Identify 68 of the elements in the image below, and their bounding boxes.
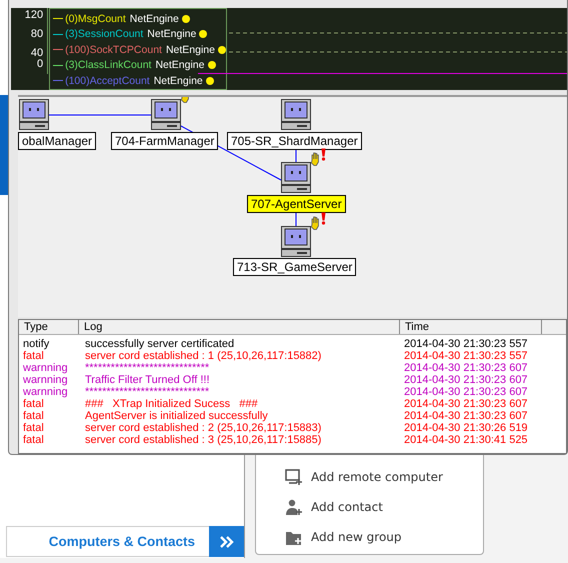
action-link[interactable]: Add contact	[285, 497, 483, 517]
log-time: 2014-04-30 21:30:26 519	[404, 422, 529, 434]
computer-icon[interactable]	[19, 99, 49, 130]
log-type: fatal	[22, 350, 45, 362]
node-label[interactable]: 705-SR_ShardManager	[227, 132, 362, 150]
computer-icon[interactable]	[281, 99, 311, 130]
action-label: Add new group	[311, 530, 402, 544]
node-label[interactable]: obalManager	[18, 132, 96, 150]
log-type: fatal	[22, 410, 45, 422]
log-time: 2014-04-30 21:30:23 557	[404, 338, 529, 350]
log-time: 2014-04-30 21:30:23 607	[404, 374, 529, 386]
log-message: server cord established : 3 (25,10,26,117:15885)	[85, 434, 322, 446]
action-link[interactable]: Add new group	[285, 527, 483, 547]
column-header[interactable]: Time	[400, 320, 542, 334]
log-type: warnning	[22, 362, 69, 374]
computers-contacts-tab[interactable]: Computers & Contacts	[6, 526, 209, 557]
log-message: Traffic Filter Turned Off !!!	[85, 374, 211, 386]
log-time: 2014-04-30 21:30:41 525	[404, 434, 529, 446]
legend-source: NetEngine	[130, 12, 179, 25]
status-dot-icon	[218, 46, 226, 54]
log-type: fatal	[22, 422, 45, 434]
legend-label: (100)SockTCPCount	[65, 44, 162, 56]
legend-source: NetEngine	[166, 44, 215, 56]
axis-tick-label: 80	[30, 29, 44, 40]
log-time: 2014-04-30 21:30:23 607	[404, 398, 529, 410]
log-message: server cord established : 2 (25,10,26,117:15883)	[85, 422, 322, 434]
column-header[interactable]: Log	[79, 320, 400, 334]
legend-source: NetEngine	[154, 74, 203, 87]
log-type: warnning	[22, 374, 69, 386]
status-dot-icon	[182, 14, 190, 23]
computer-icon[interactable]	[151, 99, 181, 130]
log-time: 2014-04-30 21:30:23 607	[404, 362, 529, 374]
log-message: ### XTrap Initialized Sucess ###	[85, 398, 259, 410]
node-label[interactable]: 713-SR_GameServer	[233, 258, 356, 276]
log-message: *****************************	[85, 386, 210, 398]
legend-label: (3)SessionCount	[65, 28, 144, 40]
legend-source: NetEngine	[155, 59, 204, 72]
log-message: server cord established : 1 (25,10,26,117:15882)	[85, 350, 322, 362]
log-message: successfully server certificated	[85, 338, 236, 350]
axis-tick-label: 120	[24, 10, 44, 21]
status-dot-icon	[206, 76, 214, 85]
status-dot-icon	[199, 30, 208, 38]
log-time: 2014-04-30 21:30:23 607	[404, 386, 529, 398]
log-message: AgentServer is initialized successfully	[85, 410, 269, 422]
axis-tick-label: 0	[36, 59, 44, 70]
node-label[interactable]: 707-AgentServer	[247, 195, 346, 213]
legend-label: (3)ClassLinkCount	[65, 59, 152, 72]
action-link[interactable]: Add remote computer	[285, 467, 483, 487]
legend-source: NetEngine	[147, 28, 196, 40]
status-dot-icon	[208, 61, 216, 70]
log-type: fatal	[22, 398, 45, 410]
expand-button[interactable]	[209, 526, 244, 557]
node-label[interactable]: 704-FarmManager	[111, 132, 218, 150]
log-type: fatal	[22, 434, 45, 446]
double-chevron-icon	[218, 534, 234, 548]
log-message: *****************************	[85, 362, 210, 374]
action-label: Add remote computer	[311, 470, 443, 484]
axis-tick-label: 40	[30, 48, 44, 59]
legend-label: (100)AcceptCount	[65, 74, 150, 87]
log-type: notify	[22, 338, 50, 350]
log-time: 2014-04-30 21:30:23 607	[404, 410, 529, 422]
computer-icon[interactable]	[281, 226, 311, 257]
legend-label: (0)MsgCount	[65, 12, 126, 25]
column-header[interactable]: Type	[19, 320, 79, 334]
log-time: 2014-04-30 21:30:23 557	[404, 350, 529, 362]
computer-icon[interactable]	[281, 162, 311, 193]
log-type: warnning	[22, 386, 69, 398]
action-label: Add contact	[311, 500, 383, 514]
